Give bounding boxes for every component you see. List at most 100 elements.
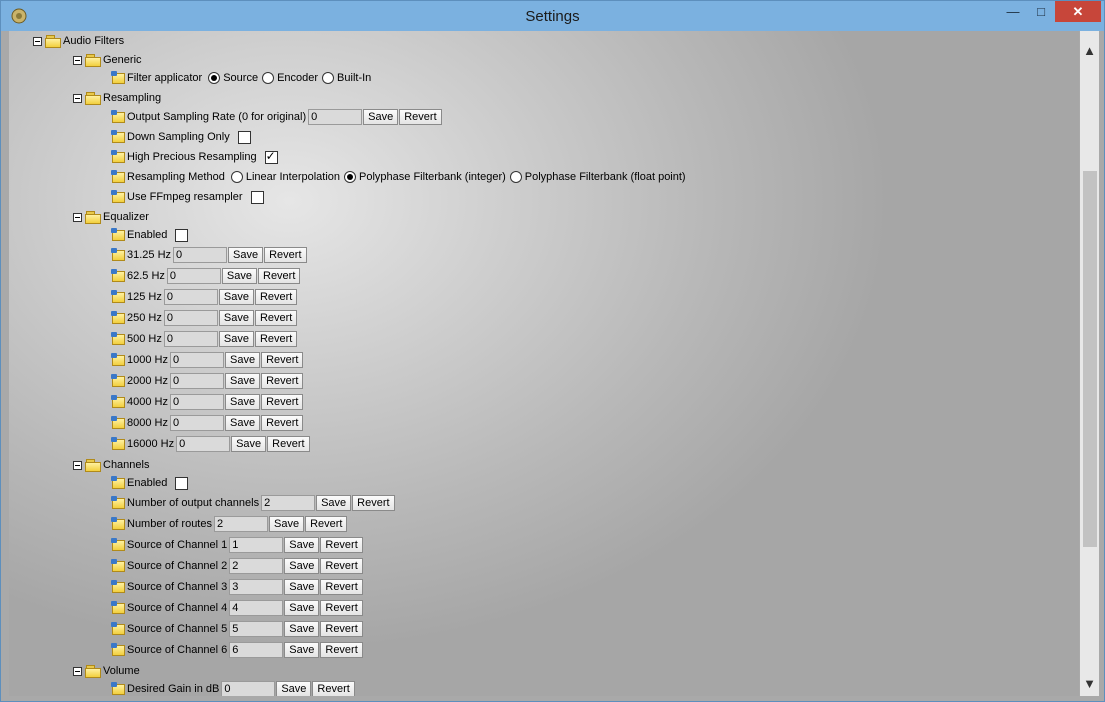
- radio-polyphase-float[interactable]: [509, 171, 522, 183]
- radio-encoder[interactable]: [262, 72, 275, 84]
- eq-band-input[interactable]: [163, 289, 218, 305]
- setting-label: 62.5 Hz: [127, 270, 165, 282]
- revert-button[interactable]: Revert: [320, 600, 363, 616]
- save-button[interactable]: Save: [316, 495, 352, 511]
- revert-button[interactable]: Revert: [264, 247, 307, 263]
- setting-icon: [111, 374, 125, 388]
- setting-down-sampling-only: Down Sampling Only: [111, 127, 251, 147]
- setting-eq-band: 8000 Hz Save Revert: [111, 413, 304, 433]
- collapse-toggle-icon[interactable]: [73, 55, 82, 65]
- output-sampling-rate-input[interactable]: [308, 109, 363, 125]
- save-button[interactable]: Save: [231, 436, 267, 452]
- save-button[interactable]: Save: [228, 247, 264, 263]
- revert-button[interactable]: Revert: [305, 516, 348, 532]
- save-button[interactable]: Save: [224, 415, 261, 431]
- down-sampling-only-checkbox[interactable]: [237, 130, 251, 144]
- save-button[interactable]: Save: [224, 352, 261, 368]
- title-bar[interactable]: Settings — □ ✕: [1, 1, 1104, 31]
- number-of-routes-input[interactable]: [213, 516, 268, 532]
- revert-button[interactable]: Revert: [254, 331, 298, 347]
- revert-button[interactable]: Revert: [261, 373, 304, 389]
- maximize-button[interactable]: □: [1027, 1, 1055, 22]
- collapse-toggle-icon[interactable]: [73, 212, 82, 222]
- revert-button[interactable]: Revert: [267, 436, 310, 452]
- eq-band-input[interactable]: [166, 268, 221, 284]
- radio-linear-interpolation[interactable]: [230, 171, 243, 183]
- revert-button[interactable]: Revert: [254, 289, 298, 305]
- source-channel-input[interactable]: [229, 558, 284, 574]
- eq-band-input[interactable]: [176, 436, 231, 452]
- use-ffmpeg-checkbox[interactable]: [250, 190, 264, 204]
- eq-band-input[interactable]: [163, 310, 218, 326]
- channels-enabled-checkbox[interactable]: [175, 476, 189, 490]
- setting-label: Enabled: [127, 477, 168, 489]
- tree-node-generic[interactable]: Generic: [73, 50, 144, 70]
- revert-button[interactable]: Revert: [320, 537, 363, 553]
- source-channel-input[interactable]: [229, 600, 284, 616]
- revert-button[interactable]: Revert: [352, 495, 395, 511]
- radio-polyphase-integer[interactable]: [344, 171, 357, 183]
- save-button[interactable]: Save: [284, 600, 320, 616]
- save-button[interactable]: Save: [284, 558, 320, 574]
- save-button[interactable]: Save: [218, 331, 254, 347]
- source-channel-input[interactable]: [229, 642, 284, 658]
- tree-node-volume[interactable]: Volume: [73, 661, 142, 681]
- revert-button[interactable]: Revert: [320, 621, 363, 637]
- save-button[interactable]: Save: [363, 109, 399, 125]
- desired-gain-input[interactable]: [221, 681, 276, 696]
- eq-band-input[interactable]: [163, 331, 218, 347]
- source-channel-input[interactable]: [229, 537, 284, 553]
- save-button[interactable]: Save: [276, 681, 312, 696]
- save-button[interactable]: Save: [284, 537, 320, 553]
- eq-band-input[interactable]: [169, 373, 224, 389]
- output-channels-input[interactable]: [261, 495, 316, 511]
- save-button[interactable]: Save: [284, 642, 320, 658]
- close-button[interactable]: ✕: [1055, 1, 1101, 22]
- revert-button[interactable]: Revert: [320, 558, 363, 574]
- collapse-toggle-icon[interactable]: [73, 666, 82, 676]
- revert-button[interactable]: Revert: [254, 310, 298, 326]
- tree-node-equalizer[interactable]: Equalizer: [73, 207, 151, 227]
- save-button[interactable]: Save: [284, 621, 320, 637]
- save-button[interactable]: Save: [221, 268, 257, 284]
- scroll-up-icon[interactable]: ▲: [1080, 31, 1099, 71]
- radio-label-polyphase-float: Polyphase Filterbank (float point): [524, 171, 686, 183]
- save-button[interactable]: Save: [284, 579, 320, 595]
- save-button[interactable]: Save: [218, 310, 254, 326]
- high-precious-resampling-checkbox[interactable]: [264, 149, 278, 164]
- revert-button[interactable]: Revert: [320, 642, 363, 658]
- setting-resampling-method: Resampling Method Linear Interpolation P…: [111, 167, 686, 187]
- equalizer-enabled-checkbox[interactable]: [175, 228, 189, 242]
- revert-button[interactable]: Revert: [312, 681, 355, 696]
- save-button[interactable]: Save: [224, 373, 261, 389]
- eq-band-input[interactable]: [169, 352, 224, 368]
- vertical-scrollbar[interactable]: ▲ ▼: [1080, 31, 1099, 696]
- setting-label: Output Sampling Rate (0 for original): [127, 111, 307, 123]
- scroll-down-icon[interactable]: ▼: [1080, 672, 1099, 696]
- save-button[interactable]: Save: [268, 516, 305, 532]
- eq-band-input[interactable]: [173, 247, 228, 263]
- collapse-toggle-icon[interactable]: [73, 460, 82, 470]
- eq-band-input[interactable]: [169, 394, 224, 410]
- revert-button[interactable]: Revert: [261, 352, 304, 368]
- eq-band-input[interactable]: [169, 415, 224, 431]
- source-channel-input[interactable]: [229, 621, 284, 637]
- tree-node-resampling[interactable]: Resampling: [73, 88, 163, 108]
- save-button[interactable]: Save: [218, 289, 254, 305]
- revert-button[interactable]: Revert: [399, 109, 442, 125]
- radio-built-in[interactable]: [322, 72, 335, 84]
- minimize-button[interactable]: —: [999, 1, 1027, 22]
- radio-source[interactable]: [208, 72, 221, 84]
- collapse-toggle-icon[interactable]: [33, 36, 42, 46]
- save-button[interactable]: Save: [224, 394, 261, 410]
- scrollbar-thumb[interactable]: [1083, 171, 1097, 547]
- node-label: Equalizer: [103, 211, 149, 223]
- source-channel-input[interactable]: [229, 579, 284, 595]
- collapse-toggle-icon[interactable]: [73, 93, 82, 103]
- revert-button[interactable]: Revert: [258, 268, 301, 284]
- tree-node-channels[interactable]: Channels: [73, 455, 151, 475]
- revert-button[interactable]: Revert: [261, 415, 304, 431]
- tree-node-audio-filters[interactable]: Audio Filters: [33, 31, 126, 51]
- revert-button[interactable]: Revert: [261, 394, 304, 410]
- revert-button[interactable]: Revert: [320, 579, 363, 595]
